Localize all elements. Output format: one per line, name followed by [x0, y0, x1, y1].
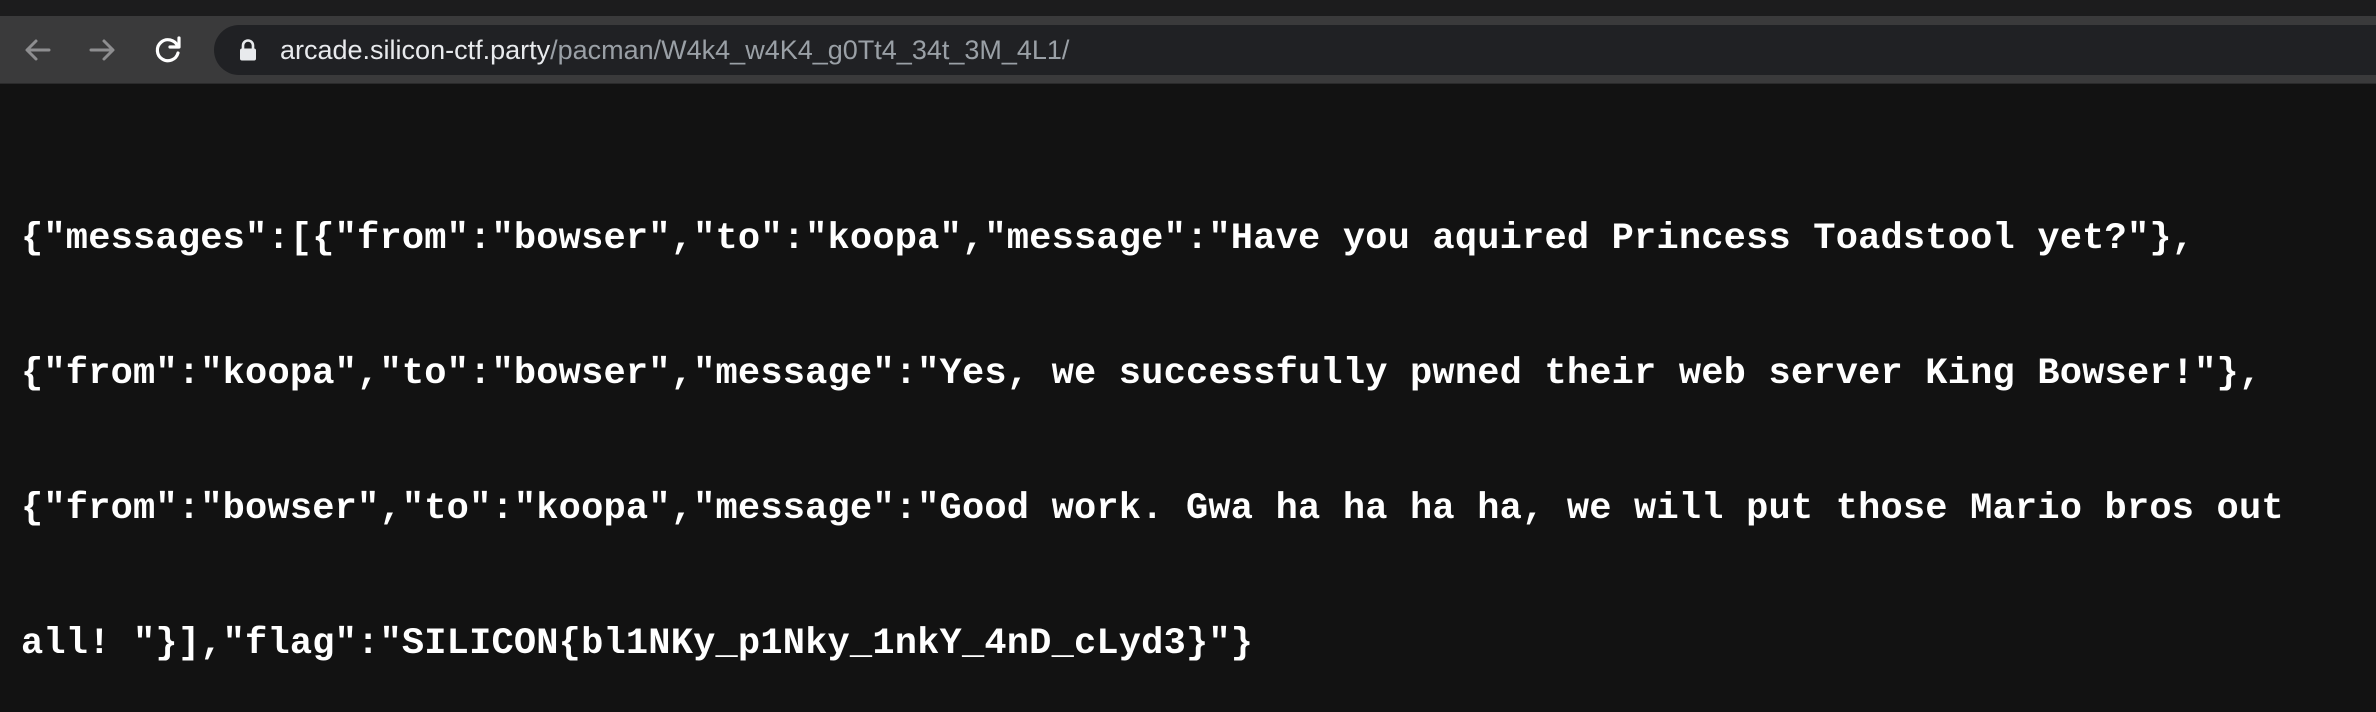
json-line: {"from":"koopa","to":"bowser","message":… [21, 353, 2262, 395]
json-line: {"from":"bowser","to":"koopa","message":… [21, 488, 2284, 530]
address-bar[interactable]: arcade.silicon-ctf.party/pacman/W4k4_w4K… [214, 25, 2376, 75]
json-line: {"messages":[{"from":"bowser","to":"koop… [21, 218, 2195, 260]
lock-icon [240, 39, 256, 61]
back-button[interactable] [18, 30, 58, 70]
url-text[interactable]: arcade.silicon-ctf.party/pacman/W4k4_w4K… [280, 25, 1069, 75]
url-host: arcade.silicon-ctf.party [280, 35, 551, 65]
tab-strip [0, 0, 2376, 16]
reload-icon [155, 36, 181, 63]
forward-button[interactable] [82, 30, 122, 70]
json-line: all! "}],"flag":"SILICON{bl1NKy_p1Nky_1n… [21, 623, 1254, 665]
arrow-left-icon [25, 39, 51, 61]
arrow-right-icon [89, 39, 115, 61]
browser-toolbar: arcade.silicon-ctf.party/pacman/W4k4_w4K… [0, 16, 2376, 84]
json-response-body: {"messages":[{"from":"bowser","to":"koop… [21, 127, 2376, 712]
reload-button[interactable] [148, 30, 188, 70]
url-path: /pacman/W4k4_w4K4_g0Tt4_34t_3M_4L1/ [550, 35, 1070, 65]
